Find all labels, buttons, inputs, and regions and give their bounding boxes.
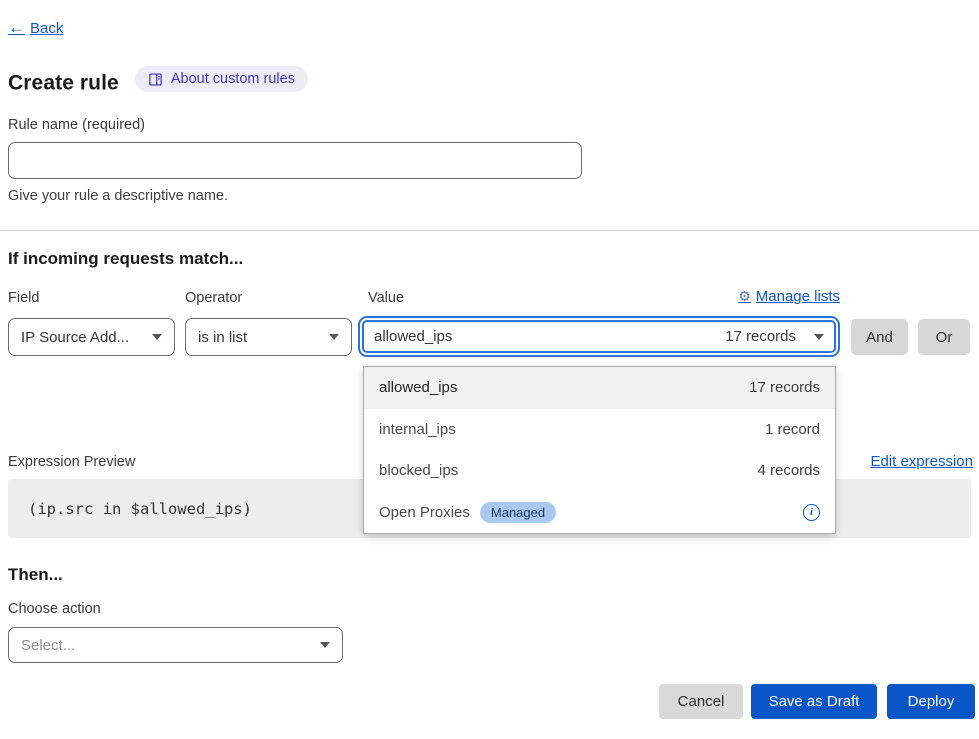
- rule-name-label: Rule name (required): [8, 117, 145, 133]
- operator-select-value: is in list: [198, 329, 247, 346]
- book-icon: [148, 72, 163, 87]
- gear-icon: ⚙: [738, 288, 751, 305]
- then-heading: Then...: [8, 565, 63, 585]
- chevron-down-icon: [320, 642, 330, 648]
- about-custom-rules-badge[interactable]: About custom rules: [135, 66, 308, 92]
- value-select-focused[interactable]: allowed_ips 17 records: [358, 316, 840, 357]
- deploy-button[interactable]: Deploy: [887, 684, 975, 719]
- and-button[interactable]: And: [851, 319, 908, 355]
- back-link[interactable]: ← Back: [8, 18, 63, 38]
- list-option-internal-ips[interactable]: internal_ips 1 record: [364, 409, 835, 451]
- option-name: internal_ips: [379, 421, 456, 438]
- field-select[interactable]: IP Source Add...: [8, 318, 175, 356]
- list-option-allowed-ips[interactable]: allowed_ips 17 records: [364, 367, 835, 409]
- option-record-count: 4 records: [757, 462, 820, 479]
- list-option-blocked-ips[interactable]: blocked_ips 4 records: [364, 450, 835, 492]
- option-name: Open Proxies: [379, 504, 470, 521]
- field-label: Field: [8, 290, 39, 306]
- back-link-label: Back: [30, 20, 63, 37]
- chevron-down-icon: [329, 334, 339, 340]
- list-option-open-proxies[interactable]: Open Proxies Managed i: [364, 492, 835, 534]
- action-select-placeholder: Select...: [21, 637, 75, 654]
- info-icon[interactable]: i: [803, 504, 820, 521]
- chevron-down-icon: [152, 334, 162, 340]
- option-name: blocked_ips: [379, 462, 458, 479]
- manage-lists-label: Manage lists: [756, 288, 840, 305]
- chevron-down-icon: [814, 334, 824, 340]
- save-as-draft-button[interactable]: Save as Draft: [751, 684, 877, 719]
- or-button[interactable]: Or: [918, 319, 970, 355]
- about-badge-label: About custom rules: [171, 71, 295, 87]
- edit-expression-link[interactable]: Edit expression: [870, 453, 973, 470]
- field-select-value: IP Source Add...: [21, 329, 129, 346]
- cancel-button[interactable]: Cancel: [659, 684, 743, 719]
- value-label: Value: [368, 290, 404, 306]
- value-dropdown-list: allowed_ips 17 records internal_ips 1 re…: [363, 366, 836, 534]
- expression-preview-label: Expression Preview: [8, 454, 135, 470]
- managed-badge: Managed: [480, 502, 556, 523]
- section-divider: [0, 230, 979, 231]
- operator-label: Operator: [185, 290, 242, 306]
- rule-name-input[interactable]: [8, 142, 582, 179]
- manage-lists-link[interactable]: ⚙ Manage lists: [738, 288, 840, 305]
- value-select-value: allowed_ips: [374, 328, 452, 345]
- option-record-count: 17 records: [749, 379, 820, 396]
- option-record-count: 1 record: [765, 421, 820, 438]
- choose-action-label: Choose action: [8, 601, 101, 617]
- value-select-records: 17 records: [725, 328, 796, 345]
- rule-name-help: Give your rule a descriptive name.: [8, 188, 228, 204]
- page-title: Create rule: [8, 72, 119, 95]
- action-select[interactable]: Select...: [8, 627, 343, 663]
- option-name: allowed_ips: [379, 379, 457, 396]
- expression-code: (ip.src in $allowed_ips): [28, 500, 252, 518]
- back-arrow-icon: ←: [8, 18, 25, 38]
- match-heading: If incoming requests match...: [8, 249, 243, 269]
- operator-select[interactable]: is in list: [185, 318, 352, 356]
